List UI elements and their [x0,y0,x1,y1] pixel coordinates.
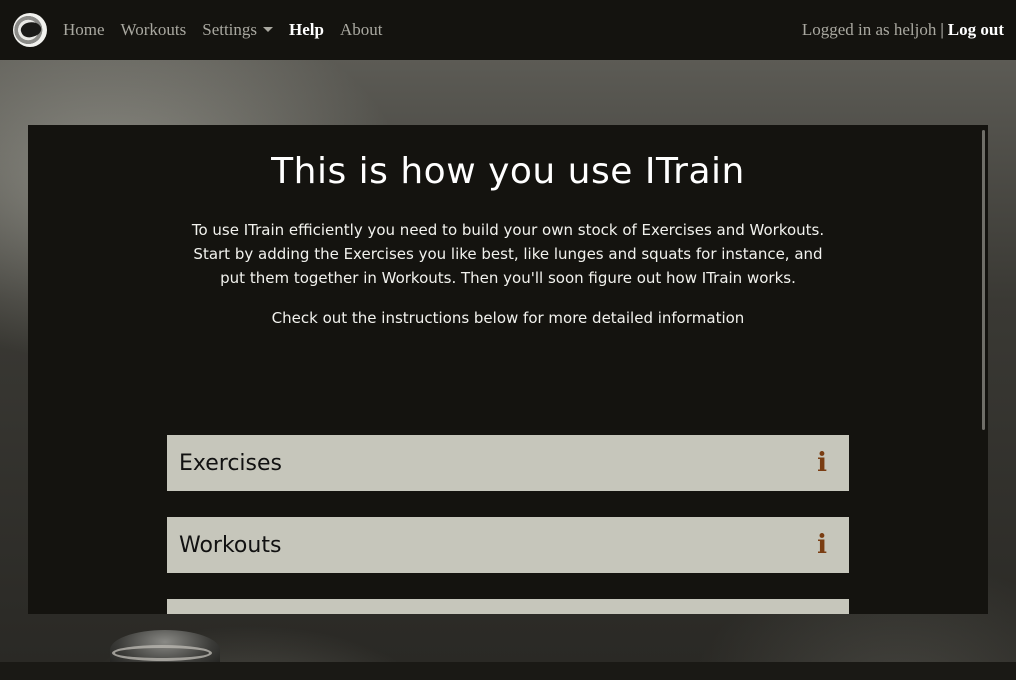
section-workouts[interactable]: Workouts i [167,517,849,573]
scrollbar[interactable] [982,130,985,430]
section-exercises[interactable]: Exercises i [167,435,849,491]
logo-icon[interactable] [13,13,47,47]
logout-link[interactable]: Log out [948,20,1004,40]
caret-down-icon [263,26,274,32]
info-icon[interactable]: i [817,530,827,560]
navbar: Home Workouts Settings Help About Logged… [0,0,1016,60]
intro-paragraph: To use ITrain efficiently you need to bu… [188,218,828,290]
nav-workouts[interactable]: Workouts [121,20,187,40]
page-title: This is how you use ITrain [271,151,745,192]
section-label: Exercises [179,450,283,476]
logged-in-text: Logged in as heljoh [801,20,937,39]
info-icon[interactable]: i [817,448,827,478]
nav-settings-dropdown[interactable]: Settings [202,20,274,40]
help-panel: This is how you use ITrain To use ITrain… [28,125,988,614]
nav-help[interactable]: Help [289,20,324,40]
nav-about[interactable]: About [340,20,383,40]
nav-settings-label: Settings [202,20,258,39]
user-area: Logged in as heljoh | Log out [802,0,1004,60]
nav-home[interactable]: Home [63,20,105,40]
instructions-text: Check out the instructions below for mor… [271,309,745,327]
section-partial[interactable] [167,599,849,614]
background-ring [112,645,212,661]
intro-line-1: To use ITrain efficiently you need to bu… [191,221,825,239]
nav-separator: | [940,20,944,39]
intro-line-2: Start by adding the Exercises you like b… [193,245,823,287]
section-label: Workouts [179,532,282,558]
footer-strip [0,662,1016,680]
